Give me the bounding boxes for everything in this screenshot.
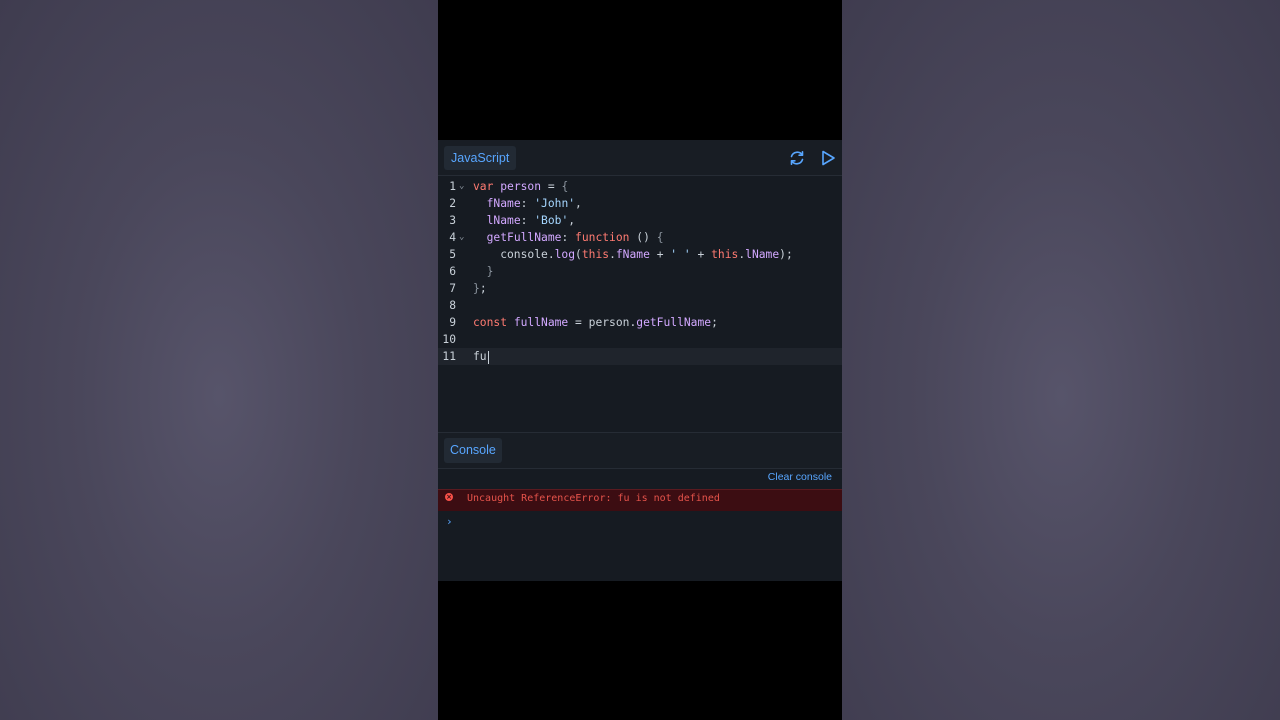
console-prompt[interactable]: › <box>446 515 453 528</box>
code-text: const fullName = person.getFullName; <box>473 316 718 329</box>
code-text: fu <box>473 350 489 364</box>
editor-header: JavaScript <box>438 140 842 176</box>
code-line[interactable]: 6 } <box>438 263 842 280</box>
line-number: 8 <box>449 299 456 312</box>
line-number: 3 <box>449 214 456 227</box>
text-cursor <box>487 350 489 364</box>
fold-chevron-icon[interactable]: ⌄ <box>459 229 464 246</box>
error-message: Uncaught ReferenceError: fu is not defin… <box>467 493 720 504</box>
background-left <box>0 0 438 720</box>
code-text: }; <box>473 282 487 295</box>
line-number: 10 <box>442 333 456 346</box>
phone-screen: JavaScript 1 ⌄ var person = {2 fName: 'Joh… <box>438 0 842 720</box>
code-text: fName: 'John', <box>486 197 582 210</box>
line-number: 4 <box>449 231 456 244</box>
code-text: lName: 'Bob', <box>486 214 576 227</box>
code-line[interactable]: 2 fName: 'John', <box>438 195 842 212</box>
code-line[interactable]: 3 lName: 'Bob', <box>438 212 842 229</box>
code-line[interactable]: 1 ⌄ var person = { <box>438 178 842 195</box>
line-number: 1 <box>449 180 456 193</box>
fold-chevron-icon[interactable]: ⌄ <box>459 178 464 195</box>
console-header: Console <box>438 432 842 469</box>
tab-console[interactable]: Console <box>444 438 502 463</box>
tab-javascript[interactable]: JavaScript <box>444 146 517 170</box>
code-line[interactable]: 8 <box>438 297 842 314</box>
line-number: 2 <box>449 197 456 210</box>
code-line[interactable]: 10 <box>438 331 842 348</box>
code-area[interactable]: 1 ⌄ var person = {2 fName: 'John', 3 lName:… <box>438 178 842 432</box>
code-line[interactable]: 11 fu <box>438 348 842 365</box>
code-line[interactable]: 9 const fullName = person.getFullName; <box>438 314 842 331</box>
line-number: 11 <box>442 350 456 363</box>
code-line[interactable]: 4 ⌄ getFullName: function () { <box>438 229 842 246</box>
line-number: 5 <box>449 248 456 261</box>
error-icon: × <box>445 493 453 501</box>
play-icon[interactable] <box>818 148 838 168</box>
code-line[interactable]: 5 console.log(this.fName + ' ' + this.lN… <box>438 246 842 263</box>
line-number: 7 <box>449 282 456 295</box>
code-text: getFullName: function () { <box>486 231 664 244</box>
clear-console-button[interactable]: Clear console <box>768 471 832 483</box>
console-error-row: × Uncaught ReferenceError: fu is not def… <box>438 489 842 511</box>
background-right <box>842 0 1280 720</box>
code-text: console.log(this.fName + ' ' + this.lNam… <box>473 248 793 261</box>
code-text: } <box>486 265 494 278</box>
code-editor-panel: JavaScript 1 ⌄ var person = {2 fName: 'Joh… <box>438 140 842 581</box>
line-number: 9 <box>449 316 456 329</box>
line-number: 6 <box>449 265 456 278</box>
refresh-icon[interactable] <box>787 148 807 168</box>
code-line[interactable]: 7}; <box>438 280 842 297</box>
code-text: var person = { <box>473 180 569 193</box>
